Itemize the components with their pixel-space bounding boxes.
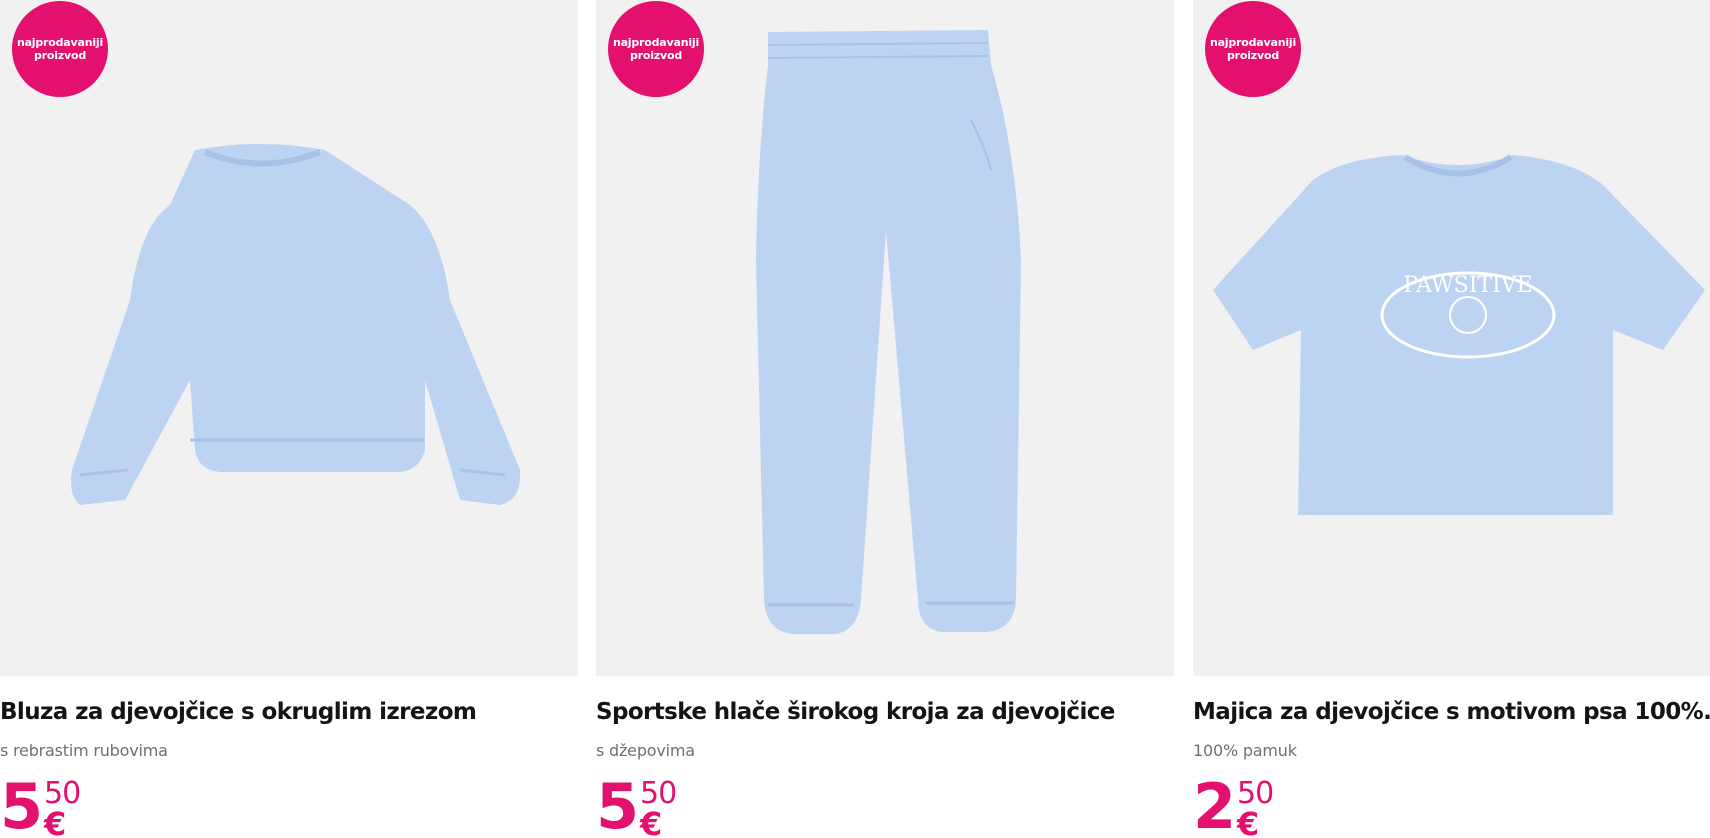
product-title[interactable]: Bluza za djevojčice s okruglim izrezom bbox=[0, 699, 578, 725]
product-title[interactable]: Majica za djevojčice s motivom psa 100%.… bbox=[1193, 699, 1710, 725]
bestseller-badge: najprodavaniji proizvod bbox=[12, 1, 108, 97]
product-image[interactable]: PAWSITIVE najprodavaniji proizvod bbox=[1193, 0, 1710, 676]
product-image[interactable]: najprodavaniji proizvod bbox=[596, 0, 1174, 676]
price-integer: 5 bbox=[596, 770, 639, 838]
product-title[interactable]: Sportske hlače širokog kroja za djevojči… bbox=[596, 699, 1174, 725]
sweatshirt-image bbox=[71, 144, 521, 505]
price-currency: € bbox=[1237, 805, 1260, 838]
price-currency: € bbox=[44, 805, 67, 838]
joggers-image bbox=[756, 30, 1021, 634]
product-card[interactable]: najprodavaniji proizvod Sportske hlače š… bbox=[596, 0, 1174, 838]
product-subtitle: s džepovima bbox=[596, 741, 695, 760]
product-grid: najprodavaniji proizvod Bluza za djevojč… bbox=[0, 0, 1710, 838]
tshirt-image: PAWSITIVE bbox=[1213, 154, 1705, 515]
product-card[interactable]: PAWSITIVE najprodavaniji proizvod Majica… bbox=[1193, 0, 1710, 838]
bestseller-badge: najprodavaniji proizvod bbox=[1205, 1, 1301, 97]
product-card[interactable]: najprodavaniji proizvod Bluza za djevojč… bbox=[0, 0, 578, 838]
product-image[interactable]: najprodavaniji proizvod bbox=[0, 0, 578, 676]
product-subtitle: s rebrastim rubovima bbox=[0, 741, 168, 760]
price-integer: 2 bbox=[1193, 770, 1236, 838]
product-subtitle: 100% pamuk bbox=[1193, 741, 1297, 760]
price-integer: 5 bbox=[0, 770, 43, 838]
tshirt-print-text: PAWSITIVE bbox=[1403, 273, 1532, 298]
bestseller-badge: najprodavaniji proizvod bbox=[608, 1, 704, 97]
price-currency: € bbox=[640, 805, 663, 838]
